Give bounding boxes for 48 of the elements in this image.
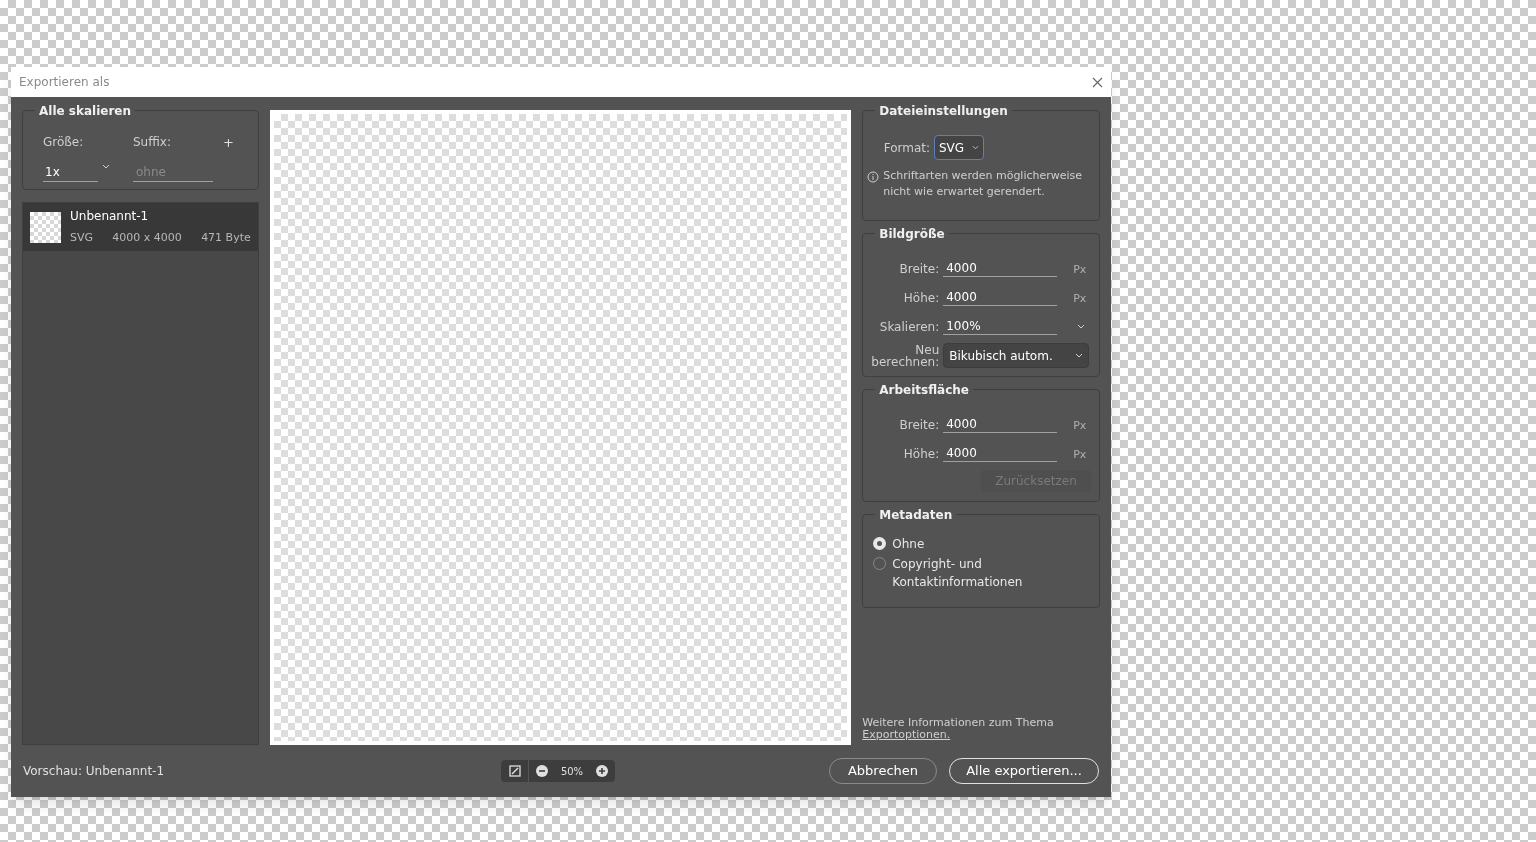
asset-name: Unbenannt-1 xyxy=(70,208,150,226)
field-label: Größe: xyxy=(43,134,85,151)
chevron-down-icon xyxy=(972,145,979,150)
field-label: Breite: xyxy=(898,416,941,434)
zoom-out-icon xyxy=(536,765,548,777)
zoom-in-icon xyxy=(596,765,608,777)
preview-label: Vorschau: Unbenannt-1 xyxy=(23,763,166,780)
close-icon[interactable] xyxy=(1092,76,1103,88)
add-button[interactable]: + xyxy=(222,133,234,151)
radio-label: Copyright- und Kontaktinformationen xyxy=(892,556,1024,591)
asset-thumbnail xyxy=(30,211,61,243)
chevron-down-icon xyxy=(1075,353,1084,358)
field-label: Skalieren: xyxy=(878,318,941,336)
chevron-down-icon xyxy=(1077,324,1086,329)
input-field[interactable]: 4000 xyxy=(943,260,1058,277)
field-label: Breite: xyxy=(898,260,941,278)
info-icon xyxy=(867,171,880,183)
field-label: Neu berechnen: xyxy=(870,343,941,368)
field-label: Höhe: xyxy=(902,445,941,463)
asset-filesize: 471 Byte xyxy=(201,230,251,247)
resample-select[interactable]: Bikubisch autom. xyxy=(943,343,1090,368)
radio-button[interactable] xyxy=(873,537,887,550)
unit-label: Px xyxy=(1073,447,1087,464)
unit-label: Px xyxy=(1073,418,1087,435)
asset-format: SVG xyxy=(70,230,94,247)
zoom-level: 50% xyxy=(559,764,585,779)
export-options-link[interactable]: Exportoptionen. xyxy=(862,729,1100,741)
size-select[interactable]: 1x xyxy=(43,163,98,182)
input-field[interactable]: 4000 xyxy=(943,445,1058,462)
asset-item[interactable]: Unbenannt-1 SVG 4000 x 4000 471 Byte xyxy=(23,203,258,251)
input-field[interactable]: 4000 xyxy=(943,289,1058,306)
window-title: Exportieren als xyxy=(19,74,110,91)
field-label: Suffix: xyxy=(133,134,171,151)
warning-text: Schriftarten werden möglicherweise nicht wie erwartet gerendert. xyxy=(883,168,1084,200)
chevron-down-icon xyxy=(102,164,110,169)
section-title: Dateieinstellungen xyxy=(875,102,1012,120)
field-label: Höhe: xyxy=(902,289,941,307)
input-field[interactable]: 4000 xyxy=(943,416,1058,433)
unit-label: Px xyxy=(1073,262,1087,279)
fit-view-icon xyxy=(508,765,521,777)
asset-dimensions: 4000 x 4000 xyxy=(112,230,182,247)
input-field[interactable]: 100% xyxy=(943,318,1058,335)
format-select[interactable]: SVG xyxy=(934,135,984,160)
info-text: Weitere Informationen zum Thema xyxy=(862,717,1055,729)
field-label: Format: xyxy=(883,139,930,157)
unit-label: Px xyxy=(1073,291,1087,308)
section-title: Bildgröße xyxy=(875,225,949,243)
radio-label: Ohne xyxy=(892,536,925,553)
